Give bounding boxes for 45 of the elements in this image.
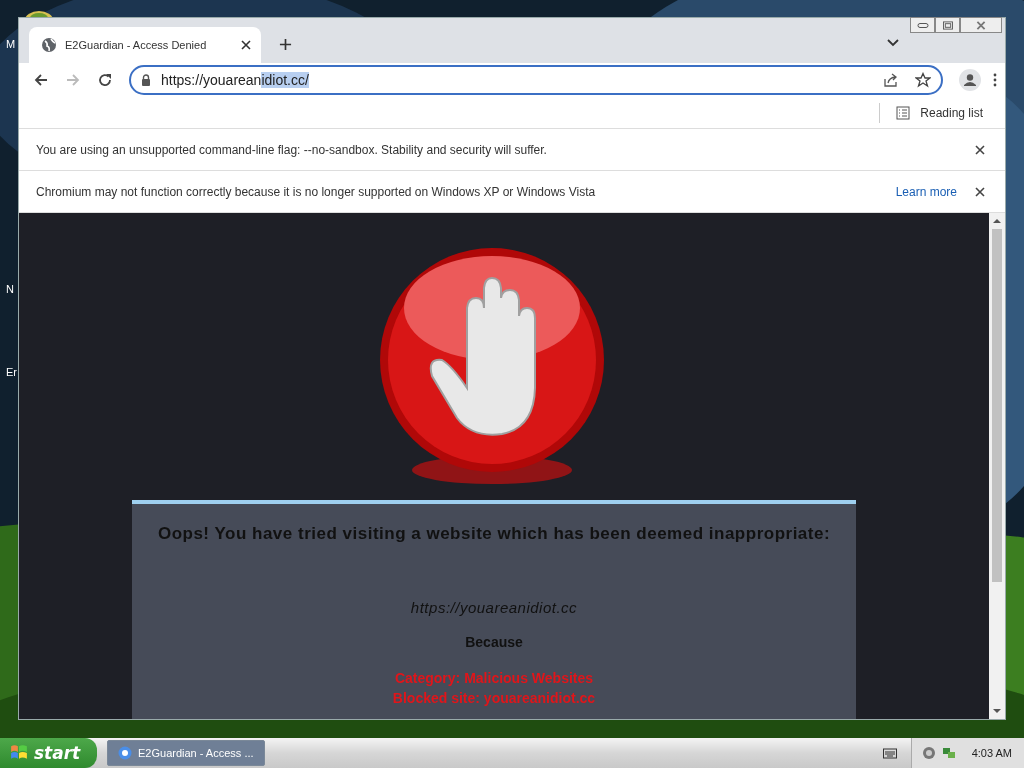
lock-icon: [141, 74, 151, 86]
infobar-message: Chromium may not function correctly because it is no longer supported on Windows XP or Windows Vista: [36, 184, 596, 199]
globe-icon: [41, 37, 57, 53]
scrollbar[interactable]: [989, 213, 1005, 719]
chevron-down-icon[interactable]: [887, 39, 899, 47]
list-icon: [896, 105, 911, 120]
address-bar[interactable]: https://youareanidiot.cc/: [129, 65, 943, 95]
block-reason: Category: Malicious Websites: [394, 670, 594, 686]
desktop-icon-label[interactable]: Er: [6, 366, 17, 378]
close-icon: [975, 20, 987, 30]
scroll-up-icon[interactable]: [993, 218, 1001, 224]
url-text: https://youareanidiot.cc/: [161, 72, 309, 88]
clock: 4:03 AM: [971, 747, 1012, 759]
scroll-down-icon[interactable]: [993, 708, 1001, 714]
desktop-icon-label[interactable]: M: [6, 38, 16, 50]
network-icon[interactable]: [941, 746, 956, 760]
close-icon[interactable]: [241, 40, 251, 50]
desktop-icon-label[interactable]: N: [6, 283, 14, 295]
close-button[interactable]: [960, 17, 1002, 33]
tray-icon[interactable]: [921, 746, 936, 760]
restore-button[interactable]: [935, 17, 960, 33]
star-icon[interactable]: [915, 72, 931, 88]
blocked-url: https://youareanidiot.cc: [410, 599, 578, 616]
minimize-button[interactable]: [910, 17, 935, 33]
browser-tab[interactable]: E2Guardian - Access Denied: [29, 27, 261, 63]
learn-more-link[interactable]: Learn more: [895, 184, 957, 199]
block-reason: Blocked site: youareanidiot.cc: [392, 690, 596, 706]
close-icon[interactable]: [975, 144, 985, 155]
profile-icon[interactable]: [959, 69, 981, 91]
minimize-icon: [916, 20, 929, 30]
share-icon[interactable]: [883, 72, 899, 88]
close-icon[interactable]: [975, 186, 985, 197]
reload-icon[interactable]: [97, 72, 113, 88]
restore-icon: [941, 20, 954, 30]
reading-list-button[interactable]: Reading list: [890, 104, 989, 121]
keyboard-icon[interactable]: [882, 747, 897, 759]
browser-icon: [118, 746, 132, 760]
start-button[interactable]: start: [0, 738, 97, 768]
new-tab-icon[interactable]: [279, 38, 292, 51]
because-label: Because: [465, 634, 523, 650]
card-heading: Oops! You have tried visiting a website which has been deemed inappropriate:: [157, 524, 831, 544]
back-icon[interactable]: [33, 72, 49, 88]
menu-icon[interactable]: [993, 73, 997, 87]
infobar-message: You are using an unsupported command-line flag: --no-sandbox. Stability and security will suffer.: [36, 142, 547, 157]
taskbar-task[interactable]: E2Guardian - Access ...: [107, 740, 265, 766]
